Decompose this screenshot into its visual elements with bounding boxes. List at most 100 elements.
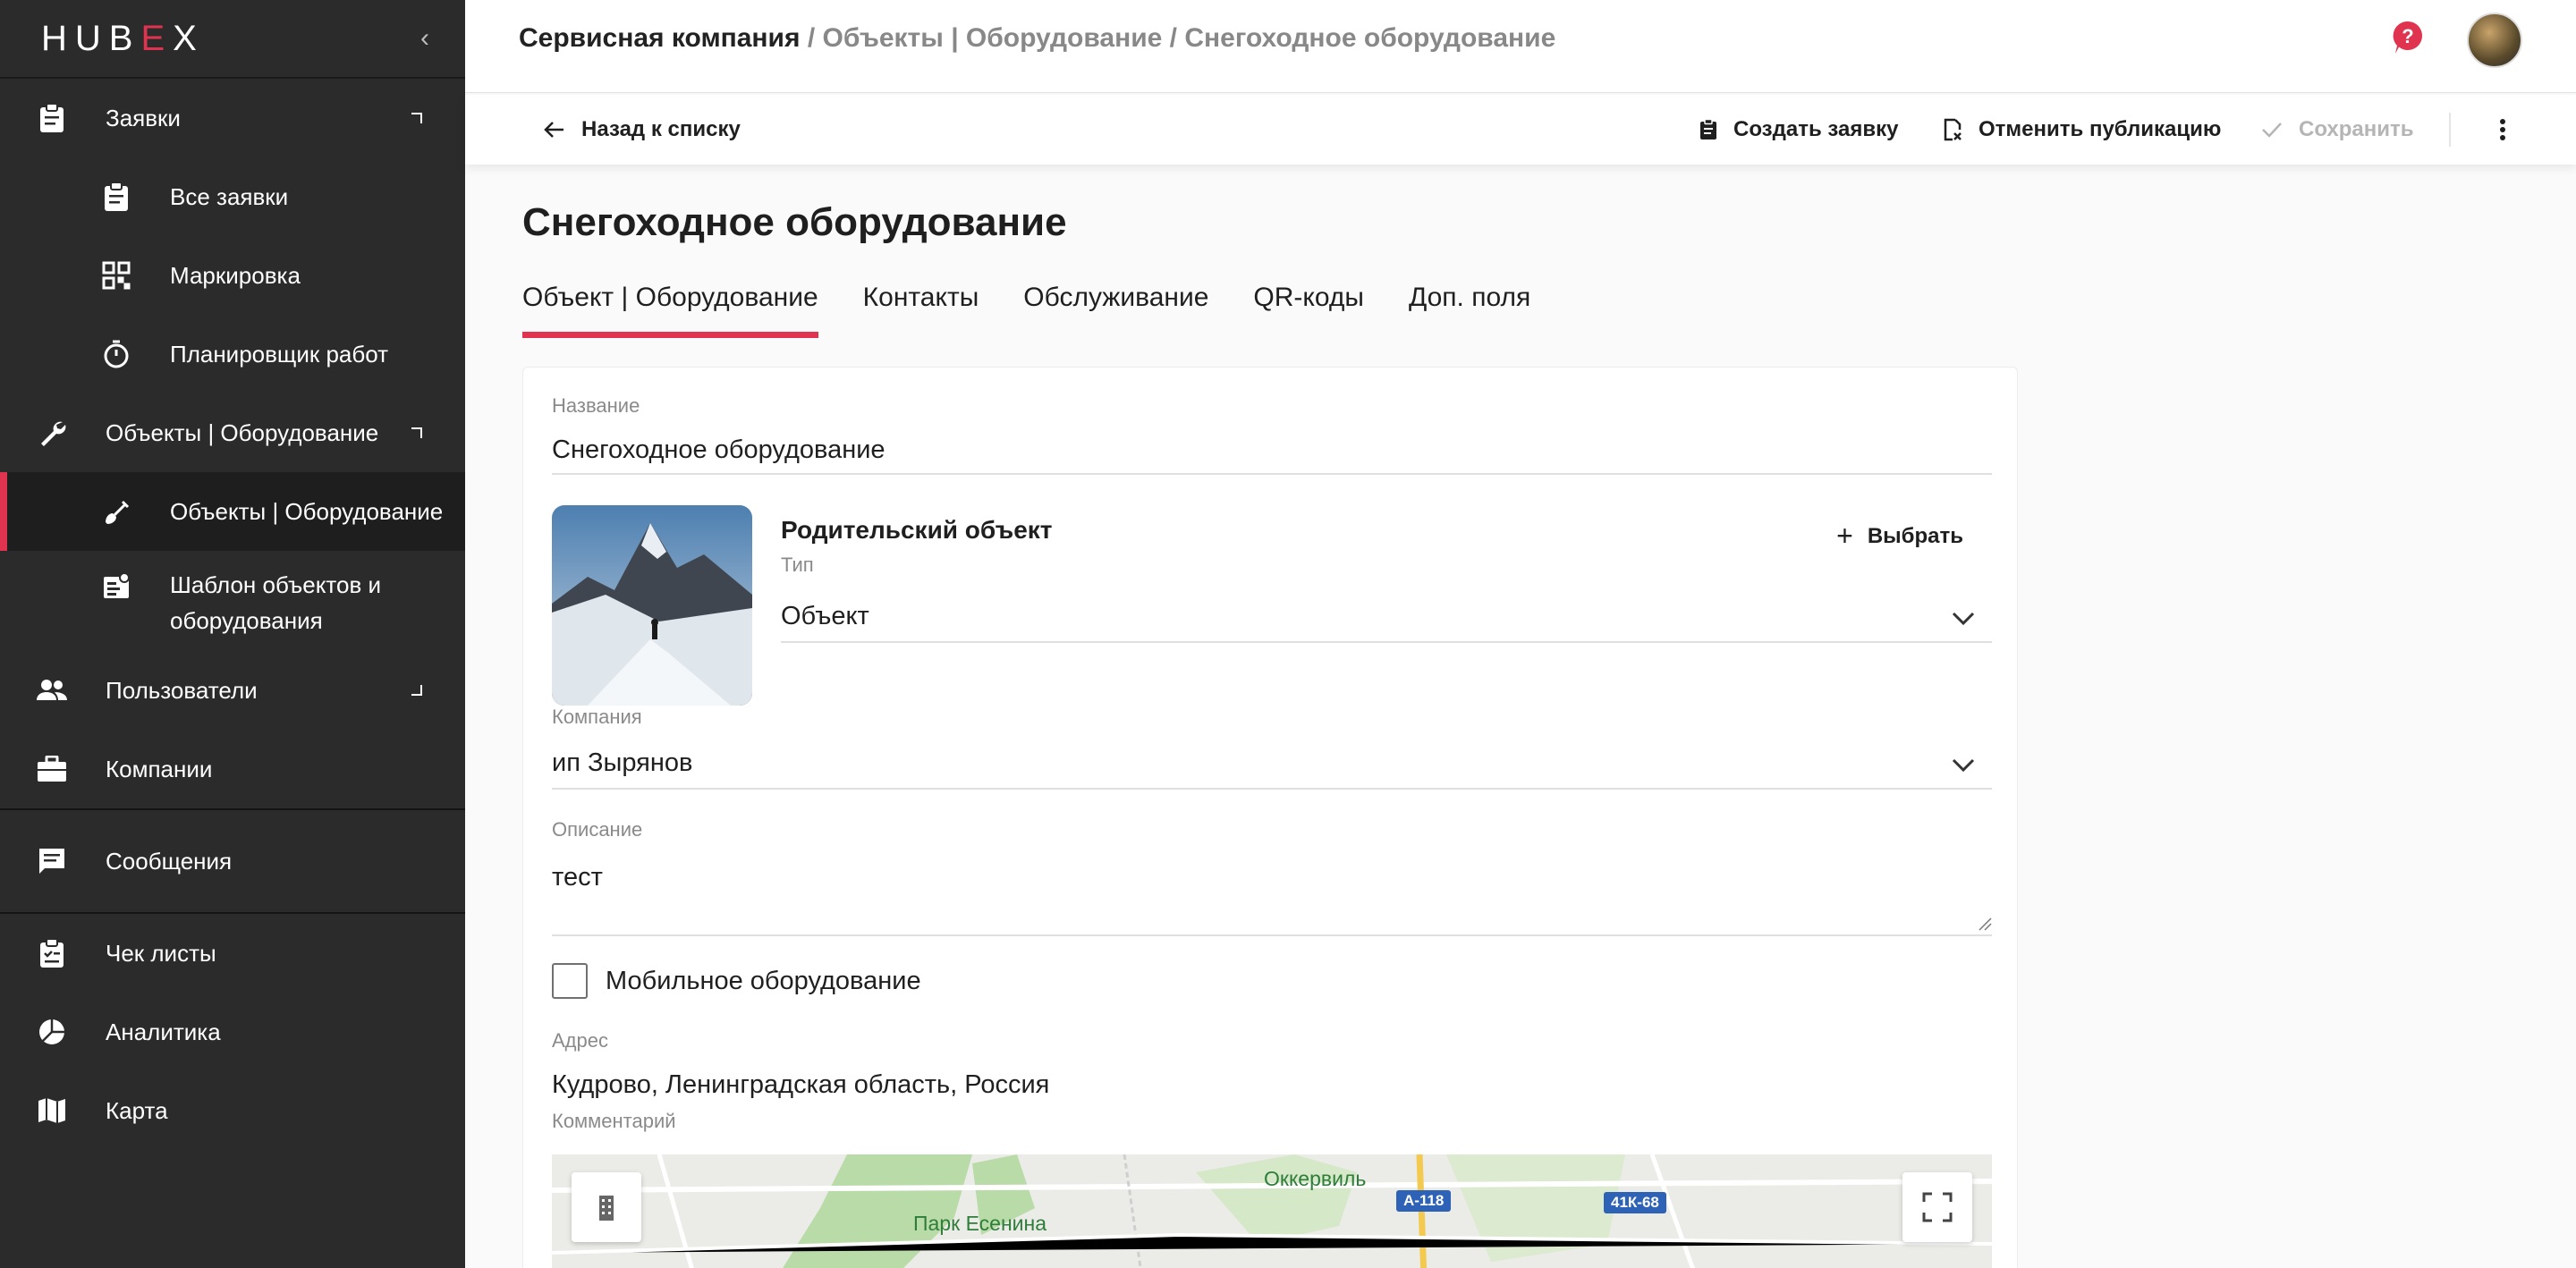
sidebar-header: HUBEX ‹ bbox=[0, 0, 465, 79]
tab-object-equipment[interactable]: Объект | Оборудование bbox=[522, 279, 818, 338]
chevron-down-icon[interactable] bbox=[1951, 752, 1976, 777]
clipboard-icon bbox=[36, 102, 68, 134]
wrench-icon bbox=[36, 417, 68, 449]
briefcase-icon bbox=[36, 753, 68, 785]
clipboard-icon bbox=[100, 181, 132, 213]
sidebar-item-label: Заявки bbox=[106, 104, 181, 131]
unpublish-button[interactable]: Отменить публикацию bbox=[1943, 117, 2221, 142]
pick-parent-button[interactable]: + Выбрать bbox=[1836, 520, 1963, 553]
sidebar-item-all-requests[interactable]: Все заявки bbox=[0, 157, 465, 236]
company-underline bbox=[552, 788, 1992, 790]
description-label: Описание bbox=[552, 818, 643, 841]
template-icon bbox=[100, 571, 132, 603]
check-icon bbox=[2261, 121, 2283, 139]
unpublish-icon bbox=[1943, 118, 1962, 141]
name-input[interactable]: Снегоходное оборудование bbox=[552, 435, 886, 465]
type-label: Тип bbox=[781, 554, 814, 576]
sidebar-item-analytics[interactable]: Аналитика bbox=[0, 993, 465, 1071]
tab-bar: Объект | Оборудование Контакты Обслужива… bbox=[522, 279, 1575, 338]
object-form-card: Название Снегоходное оборудование Родите… bbox=[522, 367, 2018, 1268]
sidebar-item-label: Маркировка bbox=[170, 261, 301, 289]
unpublish-label: Отменить публикацию bbox=[1979, 117, 2222, 141]
buildings-3d-icon[interactable] bbox=[572, 1172, 641, 1242]
sidebar: HUBEX ‹ Заявки Все заявки Маркировка Пла… bbox=[0, 0, 465, 1268]
map-label-okkervil: Оккервиль bbox=[1264, 1167, 1367, 1190]
sidebar-item-companies[interactable]: Компании bbox=[0, 730, 465, 808]
clipboard-icon bbox=[1699, 119, 1717, 140]
road-badge-a118: А-118 bbox=[1396, 1190, 1452, 1212]
sidebar-item-scheduler[interactable]: Планировщик работ bbox=[0, 315, 465, 393]
create-request-button[interactable]: Создать заявку bbox=[1699, 117, 1898, 142]
company-select[interactable]: ип Зырянов bbox=[552, 748, 692, 778]
top-header: Сервисная компания / Объекты | Оборудова… bbox=[465, 0, 2576, 93]
sidebar-item-label: Сообщения bbox=[106, 847, 233, 875]
checklist-icon bbox=[36, 937, 68, 969]
name-underline bbox=[552, 473, 1992, 475]
sidebar-item-label: Пользователи bbox=[106, 676, 258, 704]
breadcrumb-root[interactable]: Сервисная компания bbox=[519, 23, 801, 53]
page-title: Снегоходное оборудование bbox=[522, 200, 1067, 244]
breadcrumb-path[interactable]: / Объекты | Оборудование / Снегоходное о… bbox=[801, 23, 1555, 53]
tab-contacts[interactable]: Контакты bbox=[863, 279, 979, 338]
company-label: Компания bbox=[552, 706, 642, 728]
type-select[interactable]: Объект bbox=[781, 602, 869, 631]
description-underline bbox=[552, 934, 1992, 936]
shovel-icon bbox=[100, 495, 132, 528]
mobile-equipment-checkbox[interactable] bbox=[552, 963, 588, 999]
sidebar-item-objects-list[interactable]: Объекты | Оборудование bbox=[0, 472, 465, 551]
sidebar-item-objects[interactable]: Объекты | Оборудование bbox=[0, 393, 465, 472]
sidebar-item-label: Карта bbox=[106, 1096, 168, 1124]
object-photo[interactable] bbox=[552, 505, 752, 706]
expand-indicator-icon bbox=[411, 113, 422, 123]
back-to-list-button[interactable]: Назад к списку bbox=[544, 117, 741, 142]
users-icon bbox=[36, 674, 68, 706]
tab-service[interactable]: Обслуживание bbox=[1023, 279, 1208, 338]
tab-extra-fields[interactable]: Доп. поля bbox=[1409, 279, 1530, 338]
sidebar-item-label: Компании bbox=[106, 755, 213, 782]
address-input[interactable]: Кудрово, Ленинградская область, Россия bbox=[552, 1070, 1049, 1100]
parent-object-title: Родительский объект bbox=[781, 516, 1053, 544]
comment-label: Комментарий bbox=[552, 1110, 676, 1132]
sidebar-item-requests[interactable]: Заявки bbox=[0, 79, 465, 157]
map-label-esenin-park: Парк Есенина bbox=[913, 1212, 1046, 1235]
toolbar: Назад к списку Создать заявку Отменить п… bbox=[465, 95, 2576, 165]
timer-icon bbox=[100, 338, 132, 370]
address-label: Адрес bbox=[552, 1029, 608, 1052]
chevron-down-icon[interactable] bbox=[1951, 605, 1976, 630]
qr-code-icon bbox=[100, 259, 132, 292]
sidebar-item-map[interactable]: Карта bbox=[0, 1071, 465, 1150]
sidebar-item-marking[interactable]: Маркировка bbox=[0, 236, 465, 315]
collapse-sidebar-icon[interactable]: ‹ bbox=[420, 23, 429, 54]
sidebar-item-users[interactable]: Пользователи bbox=[0, 651, 465, 730]
sidebar-item-messages[interactable]: Сообщения bbox=[0, 810, 465, 912]
sidebar-item-label: Объекты | Оборудование bbox=[106, 418, 379, 446]
sidebar-item-checklists[interactable]: Чек листы bbox=[0, 914, 465, 993]
save-label: Сохранить bbox=[2299, 117, 2414, 141]
sidebar-item-label: Шаблон объектов и оборудования bbox=[170, 571, 382, 634]
arrow-left-icon bbox=[544, 121, 565, 139]
expand-indicator-icon bbox=[411, 685, 422, 696]
mobile-equipment-label[interactable]: Мобильное оборудование bbox=[606, 967, 921, 996]
help-icon[interactable]: ? bbox=[2392, 20, 2424, 55]
description-textarea[interactable]: тест bbox=[552, 863, 603, 892]
more-options-icon[interactable] bbox=[2499, 118, 2506, 141]
breadcrumb: Сервисная компания / Объекты | Оборудова… bbox=[519, 23, 1555, 54]
avatar[interactable] bbox=[2467, 13, 2522, 68]
tab-qr-codes[interactable]: QR-коды bbox=[1253, 279, 1364, 338]
address-map[interactable]: Оккервиль Парк Есенина А-118 41К-68 bbox=[552, 1154, 1992, 1268]
save-button[interactable]: Сохранить bbox=[2261, 117, 2414, 142]
toolbar-divider bbox=[2449, 113, 2451, 147]
back-to-list-label: Назад к списку bbox=[581, 117, 741, 141]
map-icon bbox=[36, 1095, 68, 1127]
fullscreen-icon[interactable] bbox=[1902, 1172, 1972, 1242]
sidebar-item-label: Аналитика bbox=[106, 1018, 221, 1045]
sidebar-item-object-templates[interactable]: Шаблон объектов и оборудования bbox=[0, 551, 465, 651]
sidebar-item-label: Планировщик работ bbox=[170, 340, 389, 368]
plus-icon: + bbox=[1836, 520, 1853, 552]
resize-handle-icon[interactable] bbox=[1978, 917, 1992, 931]
logo[interactable]: HUBEX bbox=[41, 19, 205, 59]
pie-chart-icon bbox=[36, 1016, 68, 1048]
svg-text:?: ? bbox=[2402, 25, 2413, 47]
sidebar-item-label: Чек листы bbox=[106, 939, 216, 967]
road-badge-41k68: 41К-68 bbox=[1604, 1192, 1666, 1213]
